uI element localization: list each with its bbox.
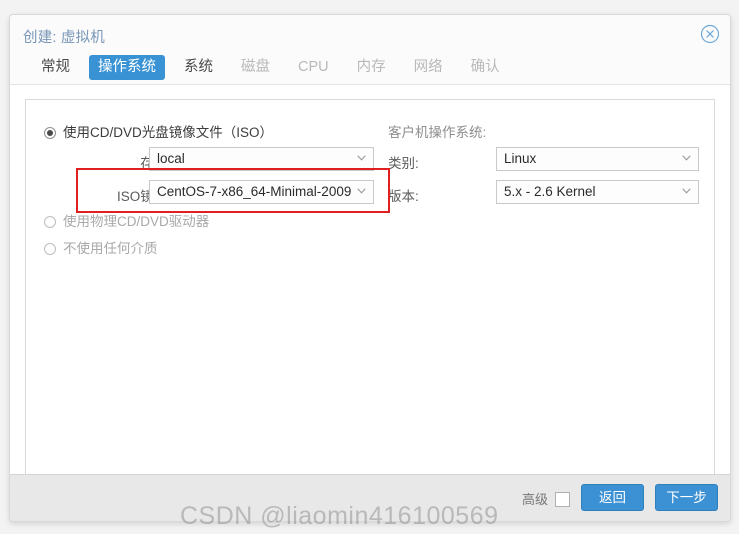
tab-system[interactable]: 系统 xyxy=(175,55,222,80)
close-icon[interactable] xyxy=(700,24,720,44)
storage-select[interactable]: local xyxy=(149,147,374,171)
dialog-title: 创建: 虚拟机 xyxy=(23,30,105,46)
os-type-select[interactable]: Linux xyxy=(496,147,699,171)
tab-general[interactable]: 常规 xyxy=(32,55,79,80)
radio-indicator xyxy=(44,216,56,228)
os-version-value: 5.x - 2.6 Kernel xyxy=(504,184,596,199)
chevron-down-icon xyxy=(682,155,691,161)
dialog-titlebar: 创建: 虚拟机 xyxy=(10,15,730,54)
advanced-checkbox[interactable]: 高级 xyxy=(522,489,570,508)
advanced-label: 高级 xyxy=(521,492,548,507)
dialog-footer: 高级 返回 下一步 xyxy=(10,474,730,521)
back-button[interactable]: 返回 xyxy=(581,484,644,511)
radio-use-physical-drive-label: 使用物理CD/DVD驱动器 xyxy=(63,214,210,229)
tab-confirm[interactable]: 确认 xyxy=(462,55,509,80)
radio-indicator xyxy=(44,243,56,255)
tab-memory[interactable]: 内存 xyxy=(348,55,395,80)
storage-value: local xyxy=(157,151,185,166)
tab-strip: 常规 操作系统 系统 磁盘 CPU 内存 网络 确认 xyxy=(10,54,730,85)
os-type-label: 类别: xyxy=(388,156,419,171)
os-version-select[interactable]: 5.x - 2.6 Kernel xyxy=(496,180,699,204)
next-button[interactable]: 下一步 xyxy=(655,484,718,511)
chevron-down-icon xyxy=(357,155,366,161)
tab-os[interactable]: 操作系统 xyxy=(89,55,165,80)
chevron-down-icon xyxy=(682,188,691,194)
radio-use-iso-file-label: 使用CD/DVD光盘镜像文件（ISO） xyxy=(63,125,274,140)
tab-disk[interactable]: 磁盘 xyxy=(232,55,279,80)
radio-use-iso-file[interactable]: 使用CD/DVD光盘镜像文件（ISO） xyxy=(44,121,273,141)
chevron-down-icon xyxy=(357,188,366,194)
radio-no-media[interactable]: 不使用任何介质 xyxy=(44,237,158,257)
os-version-label: 版本: xyxy=(388,189,419,204)
iso-image-select[interactable]: CentOS-7-x86_64-Minimal-2009 xyxy=(149,180,374,204)
os-type-value: Linux xyxy=(504,151,537,166)
checkbox-indicator xyxy=(555,492,570,507)
radio-no-media-label: 不使用任何介质 xyxy=(63,241,158,256)
tab-network[interactable]: 网络 xyxy=(405,55,452,80)
iso-image-value: CentOS-7-x86_64-Minimal-2009 xyxy=(157,184,352,199)
os-settings-panel: 使用CD/DVD光盘镜像文件（ISO） 存储: local ISO镜像: Cen… xyxy=(25,99,715,490)
guest-os-heading: 客户机操作系统: xyxy=(388,125,487,140)
tab-cpu[interactable]: CPU xyxy=(289,55,338,80)
radio-indicator xyxy=(44,127,56,139)
radio-use-physical-drive[interactable]: 使用物理CD/DVD驱动器 xyxy=(44,210,209,230)
create-vm-dialog: 创建: 虚拟机 常规 操作系统 系统 磁盘 CPU 内存 网络 确认 使用CD/DVD光盘镜像… xyxy=(9,14,731,522)
